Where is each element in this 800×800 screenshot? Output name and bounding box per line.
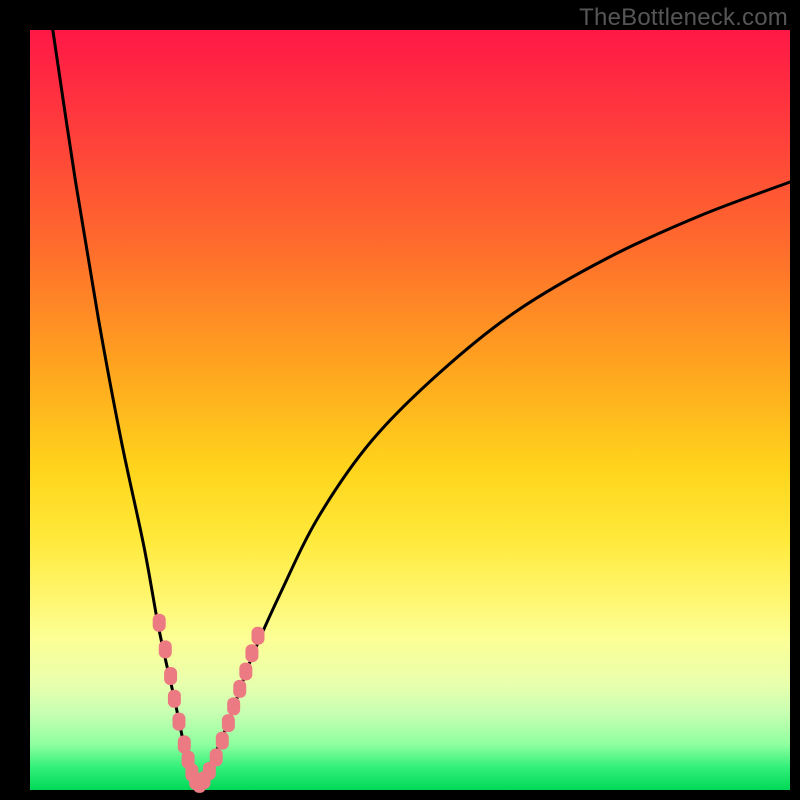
data-marker <box>233 680 246 698</box>
plot-area <box>30 30 790 790</box>
data-marker <box>245 644 258 662</box>
data-marker <box>252 627 265 645</box>
data-marker <box>172 713 185 731</box>
data-marker <box>159 640 172 658</box>
data-marker <box>168 690 181 708</box>
data-marker <box>216 732 229 750</box>
data-marker <box>239 662 252 680</box>
data-marker <box>222 714 235 732</box>
data-marker <box>210 748 223 766</box>
data-marker <box>164 667 177 685</box>
data-marker <box>227 697 240 715</box>
curve-layer <box>30 30 790 790</box>
curve-right-branch <box>197 182 790 786</box>
watermark-text: TheBottleneck.com <box>579 4 788 32</box>
data-marker <box>153 614 166 632</box>
chart-frame: TheBottleneck.com <box>0 0 800 800</box>
